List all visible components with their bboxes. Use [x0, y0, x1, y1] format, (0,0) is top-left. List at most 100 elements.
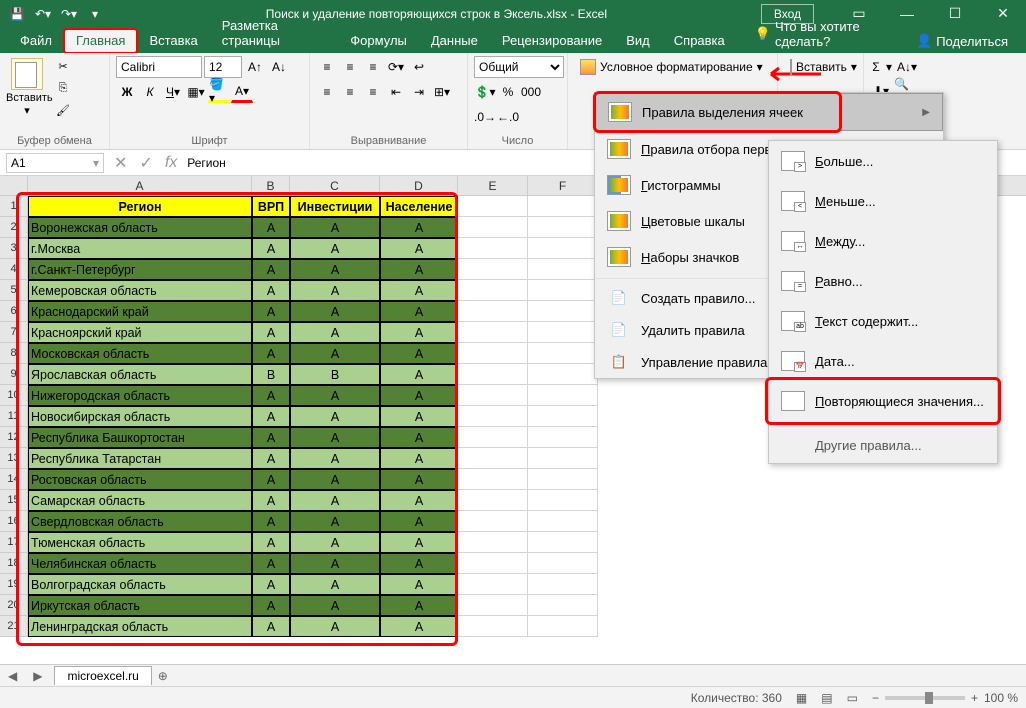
tab-insert[interactable]: Вставка: [137, 29, 209, 53]
data-cell[interactable]: A: [380, 574, 458, 595]
orientation-icon[interactable]: ⟳▾: [385, 56, 407, 78]
zoom-slider[interactable]: [885, 696, 965, 700]
data-cell[interactable]: A: [380, 511, 458, 532]
row-header[interactable]: 9: [0, 364, 28, 385]
sub-greater[interactable]: >Больше...: [769, 141, 997, 181]
row-header[interactable]: 7: [0, 322, 28, 343]
col-header[interactable]: D: [380, 176, 458, 195]
row-header[interactable]: 15: [0, 490, 28, 511]
data-cell[interactable]: A: [252, 280, 290, 301]
menu-highlight-rules[interactable]: Правила выделения ячеек ▶: [595, 93, 943, 131]
align-left-icon[interactable]: ≡: [316, 81, 338, 103]
empty-cell[interactable]: [528, 616, 598, 637]
empty-cell[interactable]: [458, 532, 528, 553]
empty-cell[interactable]: [528, 364, 598, 385]
empty-cell[interactable]: [458, 322, 528, 343]
empty-cell[interactable]: [528, 322, 598, 343]
sheet-nav-next-icon[interactable]: ▶: [25, 669, 50, 683]
align-top-icon[interactable]: ≡: [316, 56, 338, 78]
empty-cell[interactable]: [458, 511, 528, 532]
percent-icon[interactable]: %: [497, 81, 519, 103]
empty-cell[interactable]: [528, 490, 598, 511]
empty-cell[interactable]: [528, 469, 598, 490]
data-cell[interactable]: A: [290, 322, 380, 343]
data-cell[interactable]: A: [290, 427, 380, 448]
data-cell[interactable]: A: [252, 259, 290, 280]
sub-other[interactable]: Другие правила...: [769, 428, 997, 463]
data-cell[interactable]: A: [380, 406, 458, 427]
table-header-cell[interactable]: Население: [380, 196, 458, 217]
region-cell[interactable]: Самарская область: [28, 490, 252, 511]
share-button[interactable]: 👤 Поделиться: [908, 29, 1016, 53]
empty-cell[interactable]: [528, 511, 598, 532]
region-cell[interactable]: Красноярский край: [28, 322, 252, 343]
add-sheet-icon[interactable]: ⊕: [152, 669, 174, 683]
data-cell[interactable]: A: [380, 616, 458, 637]
row-header[interactable]: 21: [0, 616, 28, 637]
sub-date[interactable]: 📅Дата...: [769, 341, 997, 381]
format-painter-icon[interactable]: 🖌: [52, 100, 74, 120]
region-cell[interactable]: Ростовская область: [28, 469, 252, 490]
region-cell[interactable]: г.Москва: [28, 238, 252, 259]
empty-cell[interactable]: [458, 217, 528, 238]
empty-cell[interactable]: [528, 259, 598, 280]
region-cell[interactable]: г.Санкт-Петербург: [28, 259, 252, 280]
font-color-button[interactable]: A▾: [231, 81, 253, 103]
data-cell[interactable]: A: [380, 280, 458, 301]
data-cell[interactable]: B: [290, 364, 380, 385]
data-cell[interactable]: A: [290, 259, 380, 280]
data-cell[interactable]: A: [380, 301, 458, 322]
tab-home[interactable]: Главная: [64, 29, 137, 53]
italic-button[interactable]: К: [139, 81, 161, 103]
cut-icon[interactable]: ✂: [52, 56, 74, 76]
empty-cell[interactable]: [528, 553, 598, 574]
data-cell[interactable]: A: [252, 448, 290, 469]
formula-input[interactable]: Регион: [183, 156, 226, 170]
paste-button[interactable]: Вставить ▾: [6, 56, 48, 120]
enter-formula-icon[interactable]: ✓: [133, 153, 158, 173]
region-cell[interactable]: Волгоградская область: [28, 574, 252, 595]
tab-review[interactable]: Рецензирование: [490, 29, 614, 53]
empty-cell[interactable]: [458, 406, 528, 427]
region-cell[interactable]: Иркутская область: [28, 595, 252, 616]
empty-cell[interactable]: [458, 616, 528, 637]
fill-color-button[interactable]: 🪣▾: [208, 81, 230, 103]
empty-cell[interactable]: [458, 280, 528, 301]
data-cell[interactable]: A: [252, 343, 290, 364]
sort-filter-icon[interactable]: A↓▾: [896, 56, 918, 78]
region-cell[interactable]: Республика Татарстан: [28, 448, 252, 469]
data-cell[interactable]: A: [290, 595, 380, 616]
empty-cell[interactable]: [458, 259, 528, 280]
data-cell[interactable]: A: [380, 322, 458, 343]
data-cell[interactable]: A: [380, 343, 458, 364]
col-header[interactable]: E: [458, 176, 528, 195]
sheet-tab-active[interactable]: microexcel.ru: [54, 666, 151, 685]
empty-cell[interactable]: [528, 406, 598, 427]
decrease-indent-icon[interactable]: ⇤: [385, 81, 407, 103]
region-cell[interactable]: Ярославская область: [28, 364, 252, 385]
decrease-font-icon[interactable]: A↓: [268, 56, 290, 78]
tell-me-input[interactable]: 💡 Что вы хотите сделать?: [747, 15, 908, 53]
data-cell[interactable]: A: [252, 616, 290, 637]
increase-indent-icon[interactable]: ⇥: [408, 81, 430, 103]
align-bottom-icon[interactable]: ≡: [362, 56, 384, 78]
region-cell[interactable]: Московская область: [28, 343, 252, 364]
row-header[interactable]: 3: [0, 238, 28, 259]
data-cell[interactable]: A: [380, 553, 458, 574]
copy-icon[interactable]: ⎘: [52, 78, 74, 98]
data-cell[interactable]: A: [380, 469, 458, 490]
table-header-cell[interactable]: Инвестиции: [290, 196, 380, 217]
view-break-icon[interactable]: ▭: [847, 691, 858, 705]
region-cell[interactable]: Челябинская область: [28, 553, 252, 574]
data-cell[interactable]: A: [252, 553, 290, 574]
row-header[interactable]: 6: [0, 301, 28, 322]
region-cell[interactable]: Новосибирская область: [28, 406, 252, 427]
empty-cell[interactable]: [528, 448, 598, 469]
data-cell[interactable]: A: [252, 469, 290, 490]
insert-cells-button[interactable]: Вставить ▾: [784, 56, 857, 78]
zoom-level[interactable]: 100 %: [984, 691, 1018, 705]
data-cell[interactable]: A: [252, 385, 290, 406]
align-middle-icon[interactable]: ≡: [339, 56, 361, 78]
merge-button[interactable]: ⊞▾: [431, 81, 453, 103]
align-center-icon[interactable]: ≡: [339, 81, 361, 103]
